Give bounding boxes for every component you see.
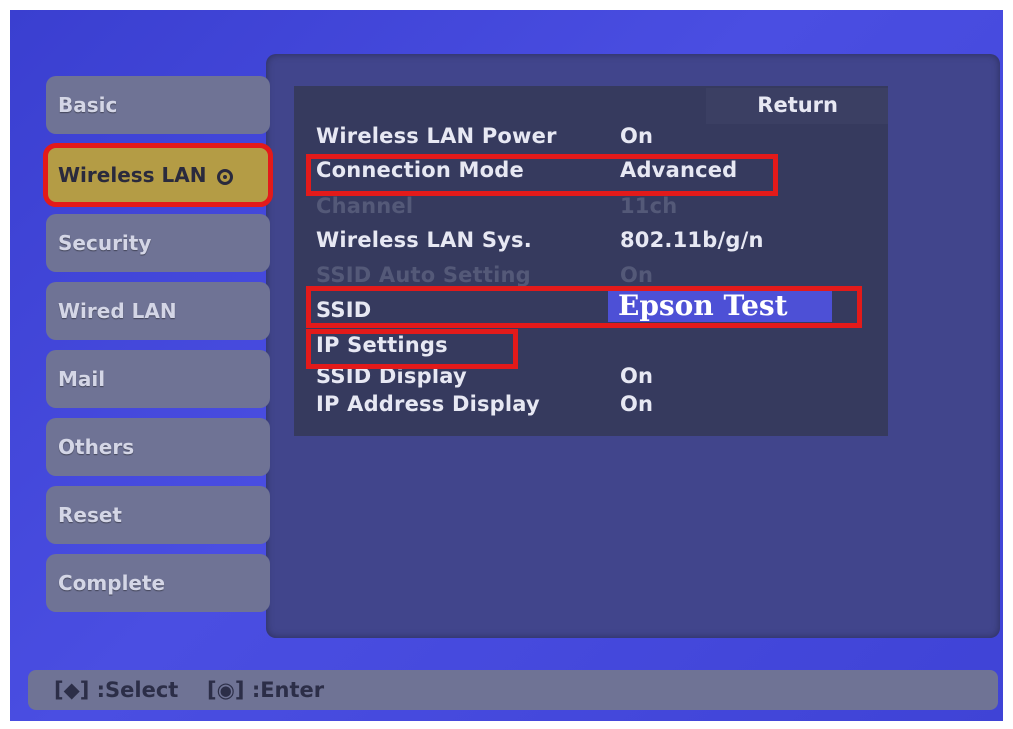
tab-wireless-lan[interactable]: Wireless LAN	[43, 143, 273, 207]
tab-label: Security	[58, 231, 152, 255]
tab-label: Wired LAN	[58, 299, 177, 323]
tab-wired-lan[interactable]: Wired LAN	[46, 282, 270, 340]
setting-label-wireless-lan-sys[interactable]: Wireless LAN Sys.	[316, 228, 532, 252]
tab-others[interactable]: Others	[46, 418, 270, 476]
tab-security[interactable]: Security	[46, 214, 270, 272]
tab-mail[interactable]: Mail	[46, 350, 270, 408]
tab-reset[interactable]: Reset	[46, 486, 270, 544]
tab-label: Basic	[58, 93, 118, 117]
setting-value-ssid-auto-setting: On	[620, 263, 654, 287]
return-button[interactable]: Return	[706, 88, 888, 124]
tab-complete[interactable]: Complete	[46, 554, 270, 612]
tab-label: Mail	[58, 367, 106, 391]
setting-label-wireless-lan-power[interactable]: Wireless LAN Power	[316, 124, 557, 148]
setting-value-wireless-lan-sys: 802.11b/g/n	[620, 228, 764, 252]
tab-label: Wireless LAN	[58, 163, 207, 187]
enter-hint: [◉] :Enter	[206, 678, 325, 702]
setting-value-ip-address-display: On	[620, 392, 654, 416]
setting-label-ip-address-display[interactable]: IP Address Display	[316, 392, 540, 416]
setting-value-channel: 11ch	[620, 194, 678, 218]
tab-basic[interactable]: Basic	[46, 76, 270, 134]
setting-label-ssid-auto-setting: SSID Auto Setting	[316, 263, 531, 287]
highlight-connection-mode	[306, 154, 778, 196]
tab-label: Others	[58, 435, 135, 459]
tab-label: Reset	[58, 503, 122, 527]
setting-label-channel: Channel	[316, 194, 414, 218]
status-bar: [◆] :Select [◉] :Enter	[28, 670, 998, 710]
setting-value-ssid-display: On	[620, 364, 654, 388]
enter-icon	[216, 168, 233, 185]
highlight-ip-settings	[306, 329, 518, 369]
setting-value-wireless-lan-power: On	[620, 124, 654, 148]
select-hint: [◆] :Select	[54, 678, 179, 702]
tab-label: Complete	[58, 571, 166, 595]
highlight-ssid	[306, 286, 862, 328]
